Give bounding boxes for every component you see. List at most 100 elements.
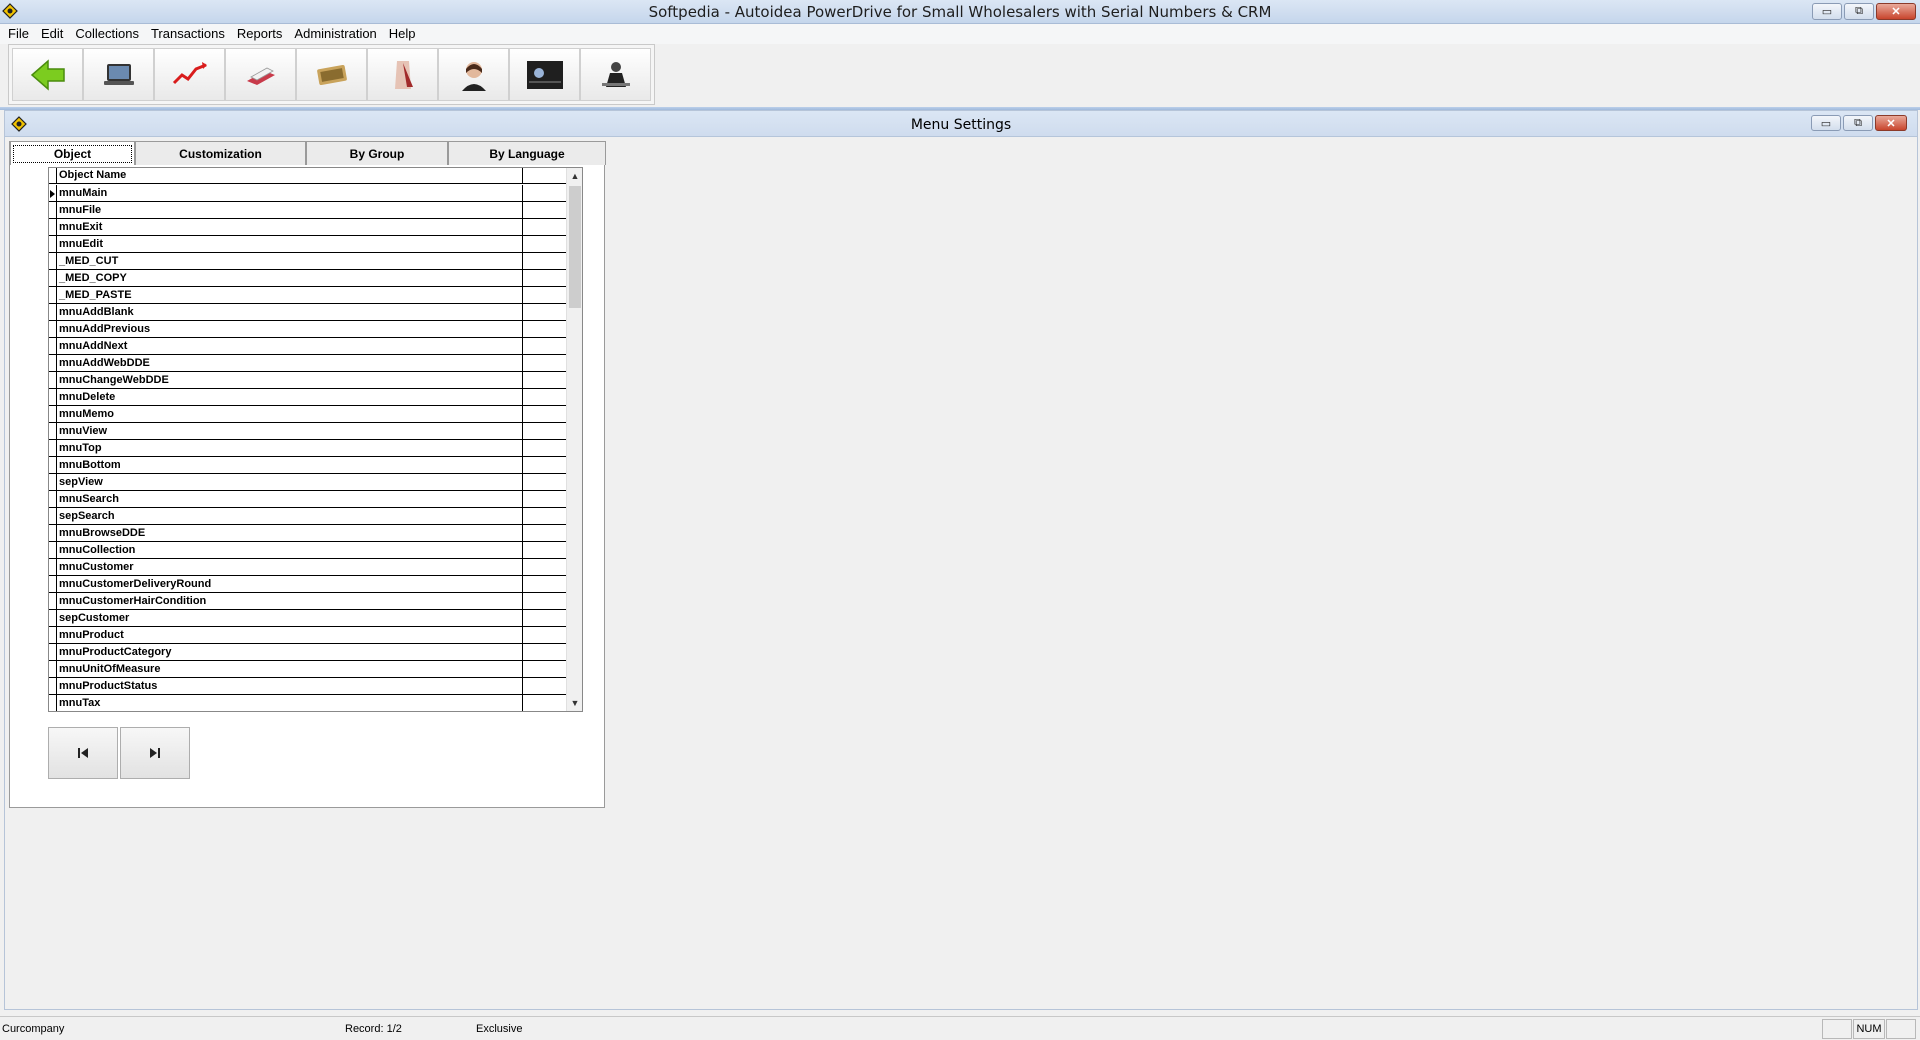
table-row[interactable]: mnuMemo (49, 406, 568, 423)
row-selector[interactable] (49, 440, 57, 456)
cell-object-name[interactable]: _MED_PASTE (57, 287, 522, 303)
row-selector[interactable] (49, 372, 57, 388)
cell-object-name[interactable]: mnuTop (57, 440, 522, 456)
cell-extra[interactable] (522, 423, 568, 439)
cell-extra[interactable] (522, 508, 568, 524)
cell-object-name[interactable]: mnuBrowseDDE (57, 525, 522, 541)
cell-extra[interactable] (522, 219, 568, 235)
table-row[interactable]: mnuBrowseDDE (49, 525, 568, 542)
cell-object-name[interactable]: mnuEdit (57, 236, 522, 252)
cell-extra[interactable] (522, 525, 568, 541)
cell-object-name[interactable]: mnuCollection (57, 542, 522, 558)
cell-extra[interactable] (522, 678, 568, 694)
cell-extra[interactable] (522, 576, 568, 592)
table-row[interactable]: mnuTop (49, 440, 568, 457)
row-selector[interactable] (49, 287, 57, 303)
menu-file[interactable]: File (2, 24, 35, 44)
toolbar-user-button[interactable] (580, 48, 651, 101)
scroll-down-icon[interactable]: ▼ (567, 695, 582, 711)
cell-object-name[interactable]: mnuSearch (57, 491, 522, 507)
table-row[interactable]: mnuBottom (49, 457, 568, 474)
table-row[interactable]: mnuCustomerDeliveryRound (49, 576, 568, 593)
row-selector[interactable] (49, 644, 57, 660)
cell-extra[interactable] (522, 304, 568, 320)
row-selector[interactable] (49, 406, 57, 422)
table-row[interactable]: _MED_CUT (49, 253, 568, 270)
scroll-up-icon[interactable]: ▲ (567, 168, 582, 184)
row-selector[interactable] (49, 508, 57, 524)
cell-object-name[interactable]: mnuUnitOfMeasure (57, 661, 522, 677)
object-grid[interactable]: Object Name mnuMain mnuFile mnuExit mnuEdit… (48, 167, 583, 712)
cell-object-name[interactable]: mnuAddPrevious (57, 321, 522, 337)
table-row[interactable]: mnuAddBlank (49, 304, 568, 321)
table-row[interactable]: mnuFile (49, 202, 568, 219)
cell-extra[interactable] (522, 559, 568, 575)
cell-extra[interactable] (522, 695, 568, 711)
table-row[interactable]: mnuMain (49, 185, 568, 202)
table-row[interactable]: mnuExit (49, 219, 568, 236)
row-selector[interactable] (49, 202, 57, 218)
table-row[interactable]: mnuProductCategory (49, 644, 568, 661)
cell-object-name[interactable]: mnuView (57, 423, 522, 439)
table-row[interactable]: mnuChangeWebDDE (49, 372, 568, 389)
cell-object-name[interactable]: sepSearch (57, 508, 522, 524)
table-row[interactable]: mnuTax (49, 695, 568, 711)
row-selector[interactable] (49, 321, 57, 337)
minimize-button[interactable]: ▭ (1812, 3, 1842, 20)
row-selector[interactable] (49, 610, 57, 626)
cell-object-name[interactable]: _MED_CUT (57, 253, 522, 269)
tab-object[interactable]: Object (10, 141, 135, 165)
row-selector[interactable] (49, 559, 57, 575)
child-close-button[interactable]: ✕ (1875, 115, 1907, 131)
table-row[interactable]: mnuCustomerHairCondition (49, 593, 568, 610)
toolbar-finance-button[interactable] (296, 48, 367, 101)
cell-object-name[interactable]: mnuMemo (57, 406, 522, 422)
table-row[interactable]: mnuAddWebDDE (49, 355, 568, 372)
table-row[interactable]: mnuEdit (49, 236, 568, 253)
toolbar-laptop-button[interactable] (83, 48, 154, 101)
row-selector[interactable] (49, 678, 57, 694)
menu-edit[interactable]: Edit (35, 24, 69, 44)
cell-extra[interactable] (522, 610, 568, 626)
cell-object-name[interactable]: mnuProductCategory (57, 644, 522, 660)
cell-extra[interactable] (522, 389, 568, 405)
cell-object-name[interactable]: mnuExit (57, 219, 522, 235)
cell-extra[interactable] (522, 542, 568, 558)
table-row[interactable]: sepView (49, 474, 568, 491)
cell-extra[interactable] (522, 202, 568, 218)
row-selector[interactable] (49, 185, 57, 201)
row-selector[interactable] (49, 525, 57, 541)
table-row[interactable]: mnuCustomer (49, 559, 568, 576)
cell-object-name[interactable]: mnuBottom (57, 457, 522, 473)
tab-by-language[interactable]: By Language (448, 141, 606, 165)
cell-extra[interactable] (522, 338, 568, 354)
row-selector[interactable] (49, 338, 57, 354)
restore-button[interactable]: ⧉ (1844, 3, 1874, 20)
close-button[interactable]: ✕ (1876, 3, 1916, 20)
first-record-button[interactable] (48, 727, 118, 779)
row-selector[interactable] (49, 695, 57, 711)
cell-extra[interactable] (522, 440, 568, 456)
row-selector[interactable] (49, 542, 57, 558)
row-selector[interactable] (49, 491, 57, 507)
table-row[interactable]: mnuAddNext (49, 338, 568, 355)
row-selector[interactable] (49, 576, 57, 592)
toolbar-keyboard-button[interactable] (509, 48, 580, 101)
table-row[interactable]: _MED_COPY (49, 270, 568, 287)
cell-object-name[interactable]: mnuChangeWebDDE (57, 372, 522, 388)
cell-object-name[interactable]: mnuCustomer (57, 559, 522, 575)
menu-reports[interactable]: Reports (231, 24, 289, 44)
table-row[interactable]: sepSearch (49, 508, 568, 525)
table-row[interactable]: mnuUnitOfMeasure (49, 661, 568, 678)
cell-extra[interactable] (522, 406, 568, 422)
menu-help[interactable]: Help (383, 24, 422, 44)
cell-object-name[interactable]: mnuProductStatus (57, 678, 522, 694)
row-selector[interactable] (49, 661, 57, 677)
table-row[interactable]: mnuDelete (49, 389, 568, 406)
cell-extra[interactable] (522, 185, 568, 201)
toolbar-crm-button[interactable] (438, 48, 509, 101)
cell-object-name[interactable]: mnuAddBlank (57, 304, 522, 320)
cell-object-name[interactable]: mnuTax (57, 695, 522, 711)
table-row[interactable]: mnuView (49, 423, 568, 440)
row-selector[interactable] (49, 457, 57, 473)
